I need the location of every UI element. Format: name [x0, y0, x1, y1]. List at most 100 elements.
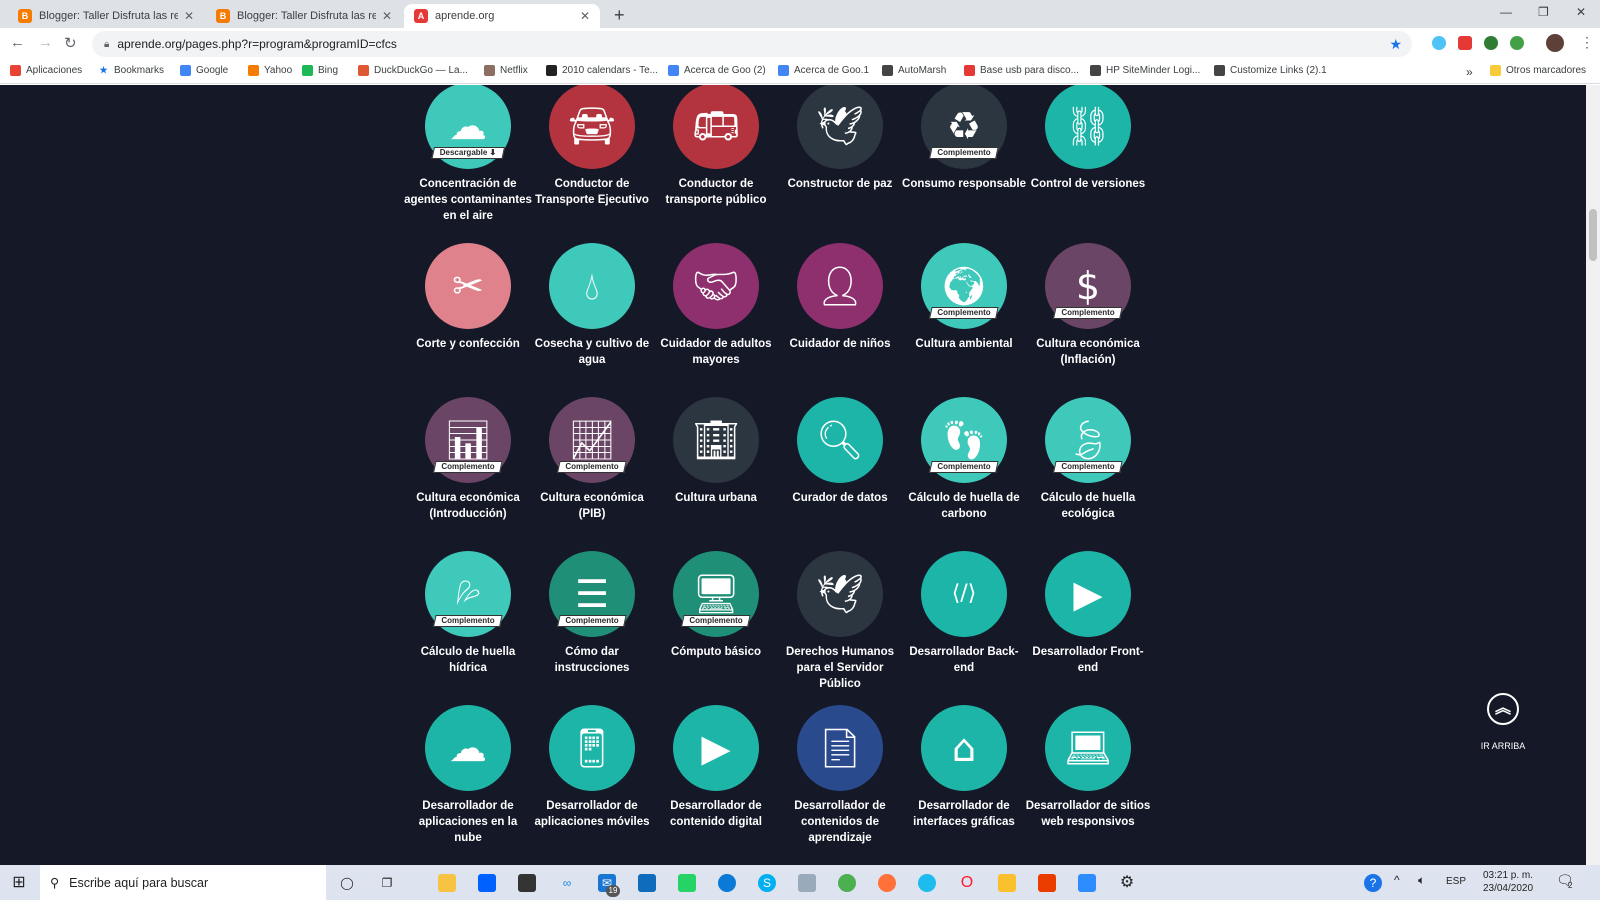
- bookmark-item[interactable]: 2010 calendars - Te...: [546, 65, 658, 76]
- program-label[interactable]: Corte y confección: [404, 336, 532, 352]
- tray-chevron-icon[interactable]: ^: [1394, 873, 1400, 887]
- program-card[interactable]: ✂ Corte y confección: [404, 243, 532, 352]
- pocket-extension-icon[interactable]: [1458, 36, 1472, 50]
- new-tab-icon[interactable]: +: [614, 5, 625, 26]
- close-window-icon[interactable]: ✕: [1576, 5, 1586, 19]
- program-card[interactable]: ▶ Desarrollador Front-end: [1024, 551, 1152, 676]
- zoom-icon[interactable]: [1078, 874, 1096, 892]
- program-label[interactable]: Cultura económica (Inflación): [1024, 336, 1152, 368]
- office-icon[interactable]: [1038, 874, 1056, 892]
- program-card[interactable]: 📄︎ Desarrollador de contenidos de aprendi…: [776, 705, 904, 846]
- program-card[interactable]: 👣︎ Complemento Cálculo de huella de carbon…: [900, 397, 1028, 522]
- program-icon-circle[interactable]: 💻︎: [1045, 705, 1131, 791]
- program-card[interactable]: 📱︎ Desarrollador de aplicaciones móviles: [528, 705, 656, 830]
- program-icon-circle[interactable]: 🚘︎: [549, 85, 635, 169]
- program-label[interactable]: Control de versiones: [1024, 176, 1152, 192]
- program-label[interactable]: Desarrollador Back-end: [900, 644, 1028, 676]
- program-label[interactable]: Concentración de agentes contaminantes e…: [404, 176, 532, 224]
- windows-start-icon[interactable]: ⊞: [10, 874, 28, 892]
- program-icon-circle[interactable]: 📱︎: [549, 705, 635, 791]
- files-icon[interactable]: [998, 874, 1016, 892]
- firefox-icon[interactable]: [878, 874, 896, 892]
- program-icon-circle[interactable]: 💧︎: [549, 243, 635, 329]
- program-label[interactable]: Cultura ambiental: [900, 336, 1028, 352]
- program-icon-circle[interactable]: 🚌︎: [673, 85, 759, 169]
- back-icon[interactable]: ←: [10, 34, 25, 51]
- program-label[interactable]: Cálculo de huella hídrica: [404, 644, 532, 676]
- program-label[interactable]: Desarrollador de contenido digital: [652, 798, 780, 830]
- store-icon[interactable]: [518, 874, 536, 892]
- whatsapp-icon[interactable]: [678, 874, 696, 892]
- program-label[interactable]: Consumo responsable: [900, 176, 1028, 192]
- bookmark-item[interactable]: HP SiteMinder Logi...: [1090, 65, 1200, 76]
- program-icon-circle[interactable]: ⟨/⟩: [921, 551, 1007, 637]
- bookmark-folder[interactable]: Otros marcadores: [1490, 65, 1586, 76]
- program-label[interactable]: Desarrollador de aplicaciones móviles: [528, 798, 656, 830]
- program-icon-circle[interactable]: 🏢︎: [673, 397, 759, 483]
- program-icon-circle[interactable]: ⌂: [921, 705, 1007, 791]
- program-card[interactable]: 📊︎ Complemento Cultura económica (Introduc…: [404, 397, 532, 522]
- program-card[interactable]: ▶ Desarrollador de contenido digital: [652, 705, 780, 830]
- bookmark-item[interactable]: Google: [180, 65, 228, 76]
- restore-icon[interactable]: ❐: [1538, 5, 1549, 19]
- program-label[interactable]: Cómo dar instrucciones: [528, 644, 656, 676]
- program-label[interactable]: Curador de datos: [776, 490, 904, 506]
- bookmark-item[interactable]: Acerca de Goo.1: [778, 65, 869, 76]
- program-card[interactable]: ♻ Complemento Consumo responsable: [900, 85, 1028, 192]
- program-icon-circle[interactable]: 👣︎ Complemento: [921, 397, 1007, 483]
- forward-icon[interactable]: →: [38, 34, 53, 51]
- close-icon[interactable]: ✕: [580, 9, 590, 23]
- program-card[interactable]: 🔍︎ Curador de datos: [776, 397, 904, 506]
- settings-gear-icon[interactable]: ⚙: [1118, 874, 1136, 892]
- avatar[interactable]: [1546, 34, 1564, 52]
- program-icon-circle[interactable]: 🤝︎: [673, 243, 759, 329]
- bookmark-item[interactable]: Yahoo: [248, 65, 292, 76]
- program-icon-circle[interactable]: 🖥︎ Complemento: [673, 551, 759, 637]
- program-card[interactable]: 📈︎ Complemento Cultura económica (PIB): [528, 397, 656, 522]
- program-icon-circle[interactable]: ☁: [425, 705, 511, 791]
- program-label[interactable]: Cosecha y cultivo de agua: [528, 336, 656, 368]
- program-icon-circle[interactable]: ☰ Complemento: [549, 551, 635, 637]
- dropbox-icon[interactable]: [478, 874, 496, 892]
- program-icon-circle[interactable]: ✂: [425, 243, 511, 329]
- program-card[interactable]: 🖥︎ Complemento Cómputo básico: [652, 551, 780, 660]
- scrollbar[interactable]: [1586, 85, 1600, 865]
- opera-icon[interactable]: O: [958, 874, 976, 892]
- program-card[interactable]: 🕊︎ Derechos Humanos para el Servidor Públ…: [776, 551, 904, 692]
- program-icon-circle[interactable]: 📈︎ Complemento: [549, 397, 635, 483]
- bookmark-item[interactable]: Netflix: [484, 65, 528, 76]
- program-card[interactable]: 🕊︎ Constructor de paz: [776, 85, 904, 192]
- program-card[interactable]: ⟨/⟩ Desarrollador Back-end: [900, 551, 1028, 676]
- browser-tab-active[interactable]: A aprende.org ✕: [404, 4, 600, 28]
- program-card[interactable]: 👤︎ Cuidador de niños: [776, 243, 904, 352]
- bookmark-item[interactable]: Bing: [302, 65, 338, 76]
- scrollbar-thumb[interactable]: [1589, 209, 1597, 261]
- bookmark-star-icon[interactable]: ★: [1389, 36, 1402, 53]
- program-card[interactable]: ☰ Complemento Cómo dar instrucciones: [528, 551, 656, 676]
- grammarly-extension-icon[interactable]: [1484, 36, 1498, 50]
- bookmark-item[interactable]: AutoMarsh: [882, 65, 946, 76]
- photos-icon[interactable]: [798, 874, 816, 892]
- language-indicator[interactable]: ESP: [1446, 876, 1466, 887]
- program-label[interactable]: Conductor de Transporte Ejecutivo: [528, 176, 656, 208]
- edge-icon[interactable]: [718, 874, 736, 892]
- program-icon-circle[interactable]: 🕊︎: [797, 551, 883, 637]
- program-label[interactable]: Conductor de transporte público: [652, 176, 780, 208]
- bookmark-item[interactable]: Acerca de Goo (2): [668, 65, 766, 76]
- program-label[interactable]: Cultura económica (PIB): [528, 490, 656, 522]
- program-label[interactable]: Desarrollador de contenidos de aprendiza…: [776, 798, 904, 846]
- program-card[interactable]: 🍃︎ Complemento Cálculo de huella ecológica: [1024, 397, 1152, 522]
- more-bookmarks-button[interactable]: »: [1466, 65, 1473, 79]
- program-label[interactable]: Desarrollador de interfaces gráficas: [900, 798, 1028, 830]
- program-card[interactable]: $ Complemento Cultura económica (Inflación…: [1024, 243, 1152, 368]
- program-icon-circle[interactable]: $ Complemento: [1045, 243, 1131, 329]
- volume-icon[interactable]: 🔈︎: [1418, 873, 1425, 888]
- program-card[interactable]: 💧︎ Cosecha y cultivo de agua: [528, 243, 656, 368]
- taskbar-search-input[interactable]: ⚲ Escribe aquí para buscar: [40, 865, 326, 900]
- minimize-icon[interactable]: —: [1500, 5, 1512, 19]
- program-label[interactable]: Cultura urbana: [652, 490, 780, 506]
- program-icon-circle[interactable]: ☁ Descargable ⬇: [425, 85, 511, 169]
- bookmark-item[interactable]: ★ Bookmarks: [98, 65, 164, 76]
- evernote-extension-icon[interactable]: [1510, 36, 1524, 50]
- program-card[interactable]: 🤝︎ Cuidador de adultos mayores: [652, 243, 780, 368]
